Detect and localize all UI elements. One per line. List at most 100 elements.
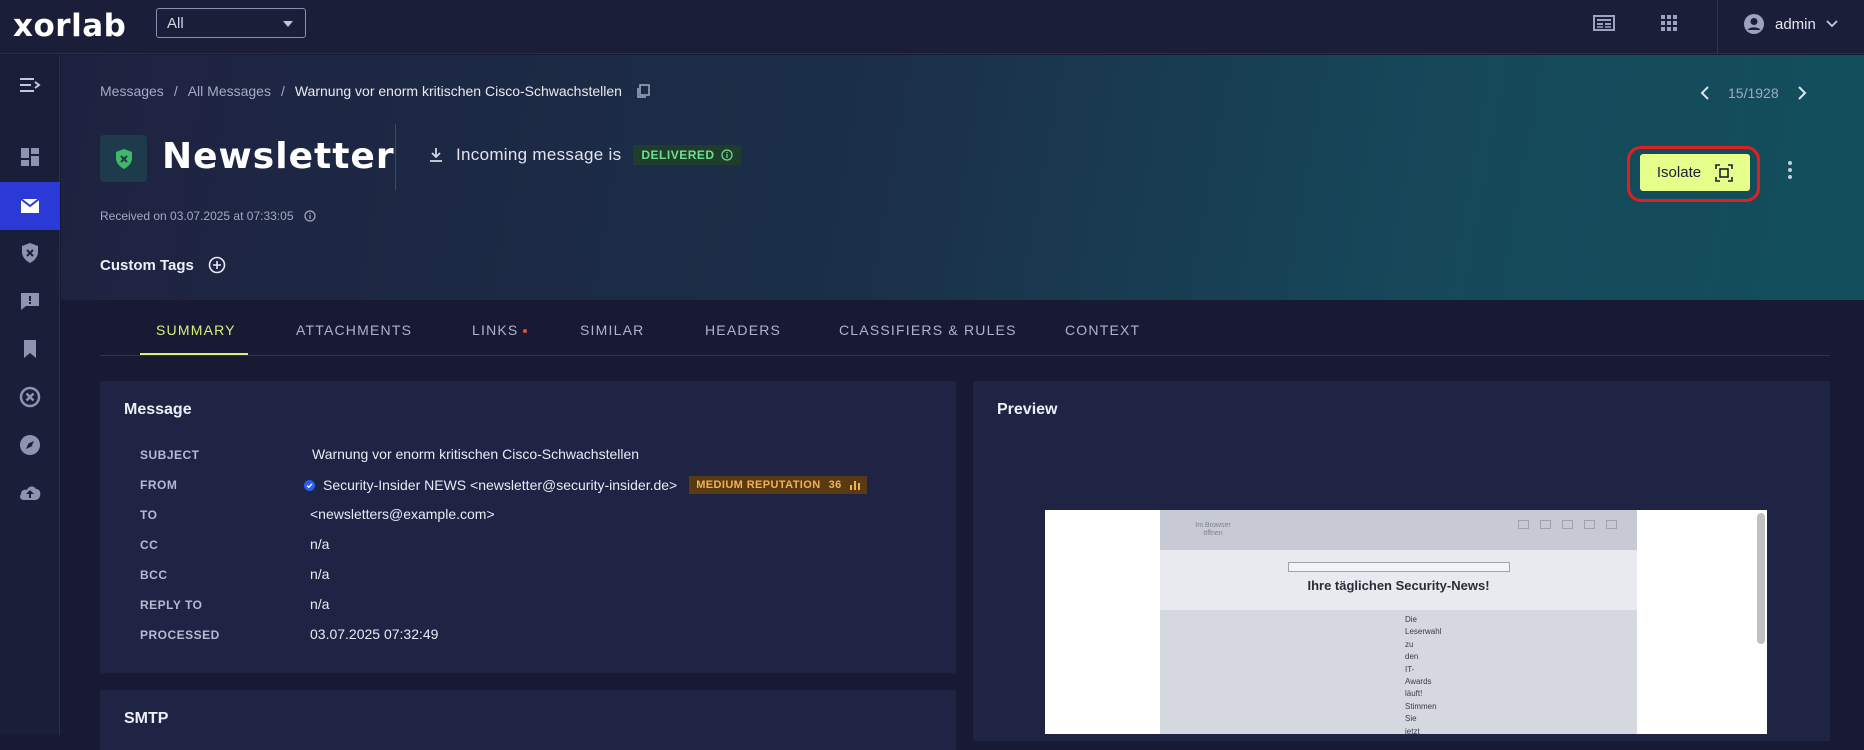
message-panel-title: Message xyxy=(124,401,192,418)
active-tab-indicator xyxy=(140,353,248,355)
tab-headers[interactable]: HEADERS xyxy=(705,322,781,338)
breadcrumb-all-messages[interactable]: All Messages xyxy=(188,83,271,99)
messages-mail-icon[interactable] xyxy=(0,182,60,230)
topbar-divider xyxy=(1717,0,1718,54)
table-row: SUBJECT Warnung vor enorm kritischen Cis… xyxy=(140,446,940,466)
delivery-status: Incoming message is DELIVERED xyxy=(428,145,741,165)
received-text: Received on 03.07.2025 at 07:33:05 xyxy=(100,209,294,223)
bookmark-icon[interactable] xyxy=(0,325,60,373)
from-address[interactable]: Security-Insider NEWS <newsletter@securi… xyxy=(323,477,677,493)
email-body-word: Sie xyxy=(1405,714,1417,724)
email-body-word: läuft! xyxy=(1405,689,1423,699)
breadcrumb-separator: / xyxy=(280,83,285,99)
open-in-browser-link[interactable]: Im Browser öffnen xyxy=(1193,522,1233,538)
social-icon[interactable] xyxy=(1584,520,1595,529)
subject-value: Warnung vor enorm kritischen Cisco-Schwa… xyxy=(312,446,640,462)
bcc-label: BCC xyxy=(140,568,168,582)
dashboard-icon[interactable] xyxy=(0,133,60,181)
scope-select[interactable]: All xyxy=(156,8,306,38)
preview-scrollbar[interactable] xyxy=(1757,513,1765,644)
scope-select-value: All xyxy=(167,15,184,32)
reputation-score: 36 xyxy=(828,479,842,491)
bcc-value: n/a xyxy=(310,566,330,582)
cc-label: CC xyxy=(140,538,159,552)
from-label: FROM xyxy=(140,478,178,492)
menu-collapse-icon[interactable] xyxy=(0,61,60,109)
social-icon[interactable] xyxy=(1606,520,1617,529)
pager-position: 15/1928 xyxy=(1728,85,1779,101)
tab-links[interactable]: LINKS xyxy=(472,322,528,338)
isolate-scan-icon xyxy=(1715,163,1733,182)
tab-bar: SUMMARY ATTACHMENTS LINKS SIMILAR HEADER… xyxy=(100,300,1830,356)
message-panel: Message SUBJECT Warnung vor enorm kritis… xyxy=(100,381,956,673)
copy-icon[interactable] xyxy=(636,84,650,98)
email-body-word: Awards xyxy=(1405,677,1432,687)
email-headline: Ihre täglichen Security-News! xyxy=(1307,578,1490,593)
chevron-left-icon[interactable] xyxy=(1700,86,1710,100)
table-row: CC n/a xyxy=(140,536,940,556)
processed-value: 03.07.2025 07:32:49 xyxy=(310,626,439,642)
user-menu[interactable]: admin xyxy=(1743,12,1838,36)
preview-panel: Preview Im Browser öffnen Ihre täglichen… xyxy=(973,381,1830,741)
reply-to-value: n/a xyxy=(310,596,330,612)
from-value: Security-Insider NEWS <newsletter@securi… xyxy=(304,476,867,494)
email-body-word: jetzt xyxy=(1405,726,1420,734)
email-body-word: IT- xyxy=(1405,664,1415,674)
reputation-label: MEDIUM REPUTATION xyxy=(696,479,821,491)
newsletter-shield-icon xyxy=(100,135,147,182)
smtp-panel: SMTP xyxy=(100,690,956,750)
table-row: TO <newsletters@example.com> xyxy=(140,506,940,526)
email-body-word: Die xyxy=(1405,615,1418,624)
preview-panel-title: Preview xyxy=(997,401,1058,418)
info-icon[interactable] xyxy=(303,210,316,222)
status-badge: DELIVERED xyxy=(633,145,741,165)
chevron-right-icon[interactable] xyxy=(1797,86,1807,100)
verified-check-icon xyxy=(304,479,315,491)
cancel-circle-icon[interactable] xyxy=(0,373,60,421)
tab-attachments[interactable]: ATTACHMENTS xyxy=(296,322,412,338)
custom-tags-label: Custom Tags xyxy=(100,256,194,274)
email-preview-banner: Ihre täglichen Security-News! xyxy=(1160,550,1637,610)
tab-context[interactable]: CONTEXT xyxy=(1065,322,1140,338)
smtp-panel-title: SMTP xyxy=(124,710,169,727)
tab-similar[interactable]: SIMILAR xyxy=(580,322,644,338)
download-icon xyxy=(430,148,442,162)
reply-to-label: REPLY TO xyxy=(140,598,203,612)
apps-grid-icon[interactable] xyxy=(1659,13,1683,35)
newspaper-icon[interactable] xyxy=(1593,13,1617,35)
add-circle-icon[interactable] xyxy=(208,256,226,274)
incoming-text: Incoming message is xyxy=(456,145,622,164)
email-preview-frame[interactable]: Im Browser öffnen Ihre täglichen Securit… xyxy=(1045,510,1767,734)
breadcrumb: Messages / All Messages / Warnung vor en… xyxy=(100,83,650,99)
tab-classifiers-rules[interactable]: CLASSIFIERS & RULES xyxy=(839,322,1017,338)
tab-links-label: LINKS xyxy=(472,322,519,338)
top-bar: xorlab All admin xyxy=(0,0,1864,54)
table-row: BCC n/a xyxy=(140,566,940,586)
more-options-icon[interactable] xyxy=(1784,158,1796,182)
page-title: Newsletter xyxy=(162,136,395,177)
to-label: TO xyxy=(140,508,158,522)
breadcrumb-messages[interactable]: Messages xyxy=(100,83,164,99)
email-preview-content: Im Browser öffnen Ihre täglichen Securit… xyxy=(1160,510,1637,734)
shield-blocked-icon[interactable] xyxy=(0,229,60,277)
social-icon[interactable] xyxy=(1562,520,1573,529)
cloud-upload-icon[interactable] xyxy=(0,468,60,516)
user-name: admin xyxy=(1775,15,1816,33)
email-body-word: Leserwahl xyxy=(1405,627,1442,637)
xorlab-logo[interactable]: xorlab xyxy=(13,8,126,44)
tab-summary[interactable]: SUMMARY xyxy=(156,322,236,338)
social-icons xyxy=(1518,520,1617,529)
social-icon[interactable] xyxy=(1540,520,1551,529)
message-pager: 15/1928 xyxy=(1700,85,1807,101)
table-row: PROCESSED 03.07.2025 07:32:49 xyxy=(140,626,940,646)
social-icon[interactable] xyxy=(1518,520,1529,529)
email-body-word: zu xyxy=(1405,639,1414,649)
chevron-down-icon xyxy=(1826,20,1838,28)
reputation-badge[interactable]: MEDIUM REPUTATION 36 xyxy=(689,476,867,494)
explore-compass-icon[interactable] xyxy=(0,421,60,469)
report-feedback-icon[interactable] xyxy=(0,277,60,325)
isolate-label: Isolate xyxy=(1656,164,1702,181)
info-icon[interactable] xyxy=(720,149,733,161)
isolate-button[interactable]: Isolate xyxy=(1640,154,1750,191)
banner-image-placeholder xyxy=(1288,562,1510,572)
